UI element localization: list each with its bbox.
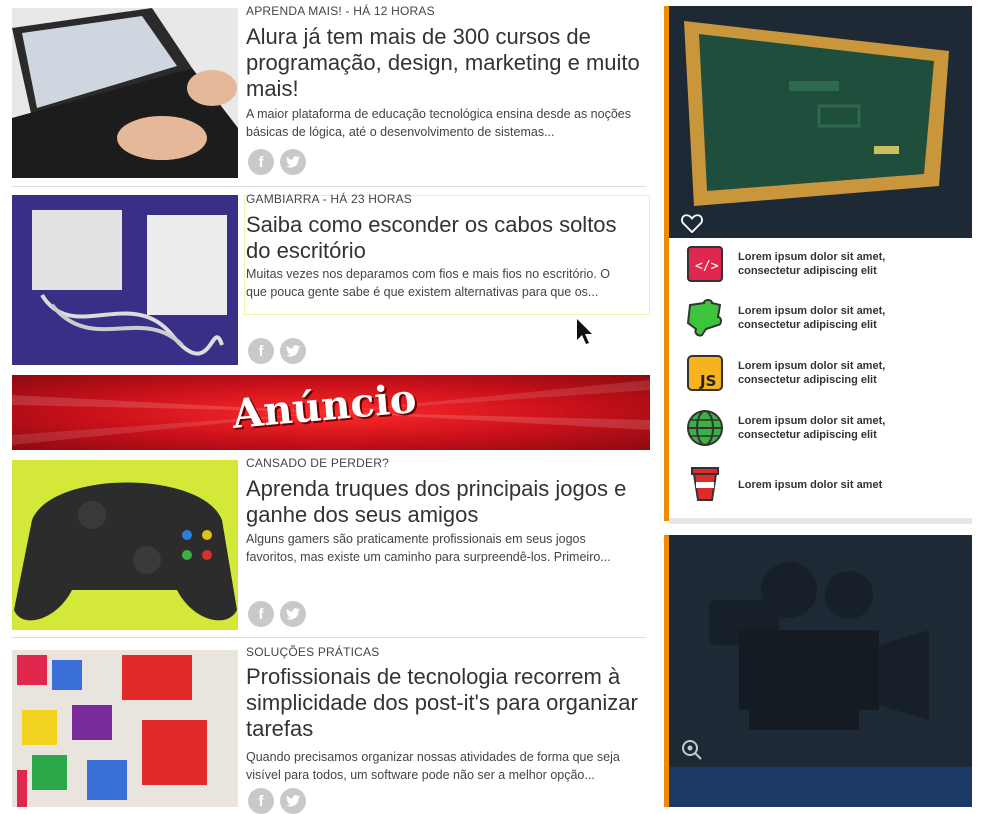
article-thumbnail-laptop[interactable] — [12, 8, 238, 178]
article-title[interactable]: Alura já tem mais de 300 cursos de progr… — [246, 24, 646, 102]
facebook-icon[interactable]: f — [248, 601, 274, 627]
controller-photo — [12, 460, 238, 630]
svg-text:JS: JS — [699, 372, 716, 390]
facebook-icon[interactable]: f — [248, 338, 274, 364]
laptop-photo — [12, 8, 238, 178]
sidebar-card-camera[interactable] — [669, 535, 972, 807]
article-excerpt: Muitas vezes nos deparamos com fios e ma… — [246, 267, 611, 299]
html-code-icon: </> — [684, 243, 726, 285]
article-title[interactable]: Saiba como esconder os cabos soltos do e… — [246, 212, 646, 264]
social-share: f — [248, 788, 306, 814]
social-share: f — [248, 149, 306, 175]
sidebar-card-blackboard[interactable] — [669, 6, 972, 238]
js-icon: JS — [684, 352, 726, 394]
facebook-icon[interactable]: f — [248, 788, 274, 814]
article-title[interactable]: Profissionais de tecnologia recorrem à s… — [246, 664, 646, 742]
mouse-cursor-icon — [577, 319, 592, 344]
cables-photo — [12, 195, 238, 365]
twitter-icon[interactable] — [280, 338, 306, 364]
sidebar-item-label: Lorem ipsum dolor sit amet, consectetur … — [738, 360, 886, 386]
twitter-icon[interactable] — [280, 601, 306, 627]
article-meta: APRENDA MAIS! - HÁ 12 HORAS — [246, 4, 435, 18]
coffee-cup-icon — [684, 464, 726, 506]
sidebar-item-globe[interactable]: Lorem ipsum dolor sit amet, consectetur … — [684, 407, 924, 449]
article-excerpt: Quando precisamos organizar nossas ativi… — [246, 750, 620, 782]
postits-photo — [12, 650, 238, 807]
article-meta: SOLUÇÕES PRÁTICAS — [246, 645, 380, 659]
social-share: f — [248, 601, 306, 627]
article-excerpt: A maior plataforma de educação tecnológi… — [246, 107, 631, 139]
sidebar-item-js[interactable]: JS Lorem ipsum dolor sit amet, consectet… — [684, 352, 924, 394]
article-thumbnail-cables[interactable] — [12, 195, 238, 365]
social-share: f — [248, 338, 306, 364]
article-thumbnail-controller[interactable] — [12, 460, 238, 630]
article-thumbnail-postits[interactable] — [12, 650, 238, 807]
blackboard-illustration — [684, 21, 949, 206]
sidebar-item-label: Lorem ipsum dolor sit amet, consectetur … — [738, 305, 886, 331]
article-meta: CANSADO DE PERDER? — [246, 456, 389, 470]
sidebar-divider — [669, 518, 972, 524]
divider — [12, 637, 646, 638]
sidebar-item-coffee[interactable]: Lorem ipsum dolor sit amet — [684, 464, 924, 506]
zoom-icon[interactable] — [681, 739, 703, 766]
svg-text:</>: </> — [695, 259, 719, 274]
twitter-icon[interactable] — [280, 149, 306, 175]
sidebar-item-label: Lorem ipsum dolor sit amet — [738, 479, 883, 491]
sidebar-item-html[interactable]: </> Lorem ipsum dolor sit amet, consecte… — [684, 243, 924, 285]
article-title[interactable]: Aprenda truques dos principais jogos e g… — [246, 476, 646, 528]
puzzle-icon — [684, 297, 726, 339]
divider — [12, 186, 646, 187]
ad-banner[interactable]: Anúncio — [12, 375, 650, 450]
twitter-icon[interactable] — [280, 788, 306, 814]
heart-icon[interactable] — [681, 213, 703, 233]
globe-icon — [684, 407, 726, 449]
sidebar-item-label: Lorem ipsum dolor sit amet, consectetur … — [738, 251, 886, 277]
camera-illustration — [669, 562, 972, 807]
article-excerpt: Alguns gamers são praticamente profissio… — [246, 532, 611, 564]
sidebar-item-puzzle[interactable]: Lorem ipsum dolor sit amet, consectetur … — [684, 297, 924, 339]
sidebar-item-label: Lorem ipsum dolor sit amet, consectetur … — [738, 415, 886, 441]
article-meta: GAMBIARRA - HÁ 23 HORAS — [246, 192, 412, 206]
facebook-icon[interactable]: f — [248, 149, 274, 175]
